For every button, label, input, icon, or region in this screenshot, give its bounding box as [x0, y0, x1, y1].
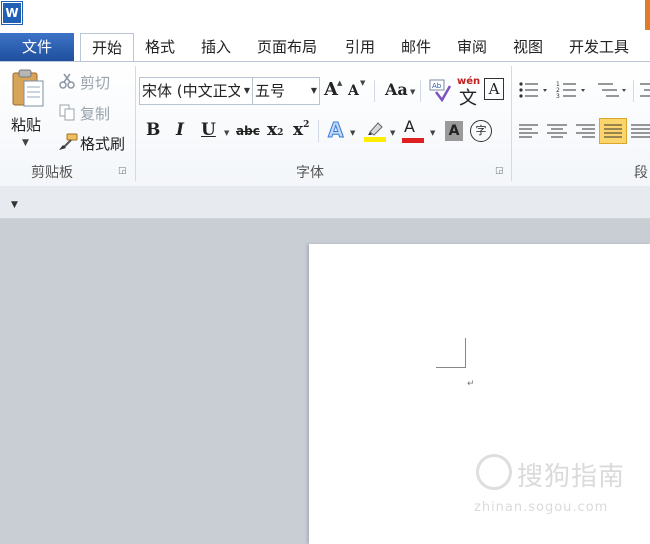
word-logo-icon[interactable]: W [2, 2, 22, 24]
italic-button[interactable]: I [176, 120, 184, 140]
chevron-down-icon: ▼ [310, 86, 317, 95]
font-name-combo[interactable]: 宋体 (中文正文 ▼ [139, 77, 253, 105]
customize-toolbar-icon[interactable]: ▼ [11, 200, 18, 210]
grow-arrow-icon: ▲ [337, 79, 343, 87]
decrease-indent-icon[interactable] [638, 80, 650, 100]
enclose-characters-button[interactable]: 字 [470, 120, 492, 142]
watermark-url: zhinan.sogou.com [474, 500, 609, 515]
paste-dropdown-icon[interactable]: ▼ [22, 138, 29, 148]
tab-format[interactable]: 格式 [145, 33, 175, 61]
svg-text:Ab: Ab [432, 82, 442, 90]
quick-access-bar [0, 186, 650, 219]
paragraph-group-label: 段 [634, 165, 648, 181]
subscript-base: x [267, 120, 278, 140]
font-size-value: 五号 [255, 82, 286, 100]
chevron-down-icon: ▼ [390, 129, 396, 137]
shrink-arrow-icon: ▼ [360, 79, 366, 87]
font-name-value: 宋体 (中文正文 [142, 82, 240, 100]
clipboard-group-label: 剪贴板 [31, 165, 73, 181]
cut-button[interactable]: 剪切 [80, 72, 110, 93]
margin-corner-mark [465, 338, 466, 368]
align-center-icon[interactable] [546, 122, 568, 140]
change-case-button[interactable]: Aa [385, 80, 408, 99]
bold-button[interactable]: B [146, 120, 160, 140]
paste-icon[interactable] [11, 68, 45, 108]
chevron-down-icon: ▼ [410, 88, 416, 96]
chevron-down-icon: ▼ [224, 129, 230, 137]
document-page[interactable] [309, 244, 650, 544]
justify-icon [604, 124, 622, 138]
tab-view[interactable]: 视图 [513, 33, 543, 61]
justify-button[interactable] [599, 118, 627, 144]
watermark-logo-icon [476, 454, 512, 490]
superscript-mark: 2 [303, 120, 310, 130]
character-shading-button[interactable]: A [445, 121, 463, 141]
format-painter-button[interactable]: 格式刷 [80, 133, 125, 154]
align-left-icon[interactable] [518, 122, 540, 140]
font-color-button[interactable]: A [404, 117, 415, 136]
copy-icon [59, 104, 75, 121]
clear-formatting-icon[interactable]: Ab [428, 78, 452, 102]
format-painter-icon [59, 133, 78, 150]
group-separator [135, 66, 136, 181]
accent-bar [645, 0, 650, 30]
tab-file[interactable]: 文件 [0, 33, 74, 61]
font-launcher-icon[interactable]: ◲ [495, 166, 504, 176]
font-size-combo[interactable]: 五号 ▼ [252, 77, 320, 105]
clipboard-launcher-icon[interactable]: ◲ [118, 166, 127, 176]
title-bar [0, 0, 650, 30]
margin-corner-mark [436, 367, 466, 368]
tab-mailings[interactable]: 邮件 [401, 33, 431, 61]
tab-developer[interactable]: 开发工具 [569, 33, 629, 61]
superscript-base: x [293, 120, 304, 140]
copy-button[interactable]: 复制 [80, 103, 110, 124]
bullets-icon[interactable] [518, 80, 552, 100]
tab-home[interactable]: 开始 [80, 33, 134, 63]
distributed-icon[interactable] [630, 122, 650, 140]
tab-review[interactable]: 审阅 [457, 33, 487, 61]
font-color-swatch [402, 138, 424, 143]
highlighter-icon[interactable] [364, 120, 386, 142]
font-group-label: 字体 [296, 165, 324, 181]
separator [633, 80, 634, 102]
separator [420, 80, 421, 102]
tab-page-layout[interactable]: 页面布局 [257, 33, 317, 61]
tab-insert[interactable]: 插入 [201, 33, 231, 61]
paragraph-mark: ↵ [467, 379, 475, 389]
chevron-down-icon: ▼ [430, 129, 436, 137]
numbering-icon[interactable]: 1 2 3 [556, 80, 590, 100]
shrink-font-button[interactable]: A [348, 83, 359, 99]
chevron-down-icon: ▼ [350, 129, 356, 137]
subscript-mark: 2 [277, 128, 284, 138]
svg-text:3: 3 [556, 93, 560, 100]
strikethrough-button[interactable]: abc [236, 124, 260, 138]
align-right-icon[interactable] [574, 122, 596, 140]
superscript-button[interactable]: x2 [293, 120, 309, 140]
group-separator [511, 66, 512, 181]
scissors-icon [59, 73, 75, 89]
separator [318, 120, 319, 142]
text-effects-button[interactable]: A [327, 118, 344, 143]
phonetic-guide-button[interactable]: 文 [459, 84, 477, 110]
underline-button[interactable]: U [201, 120, 216, 140]
watermark-brand: 搜狗指南 [517, 462, 626, 492]
multilevel-list-icon[interactable] [595, 80, 629, 100]
character-border-button[interactable]: A [484, 78, 504, 100]
chevron-down-icon: ▼ [243, 86, 250, 95]
subscript-button[interactable]: x2 [267, 120, 283, 140]
paste-button[interactable]: 粘贴 [11, 114, 41, 135]
tab-references[interactable]: 引用 [345, 33, 375, 61]
separator [374, 80, 375, 102]
grow-font-button[interactable]: A [324, 79, 338, 100]
